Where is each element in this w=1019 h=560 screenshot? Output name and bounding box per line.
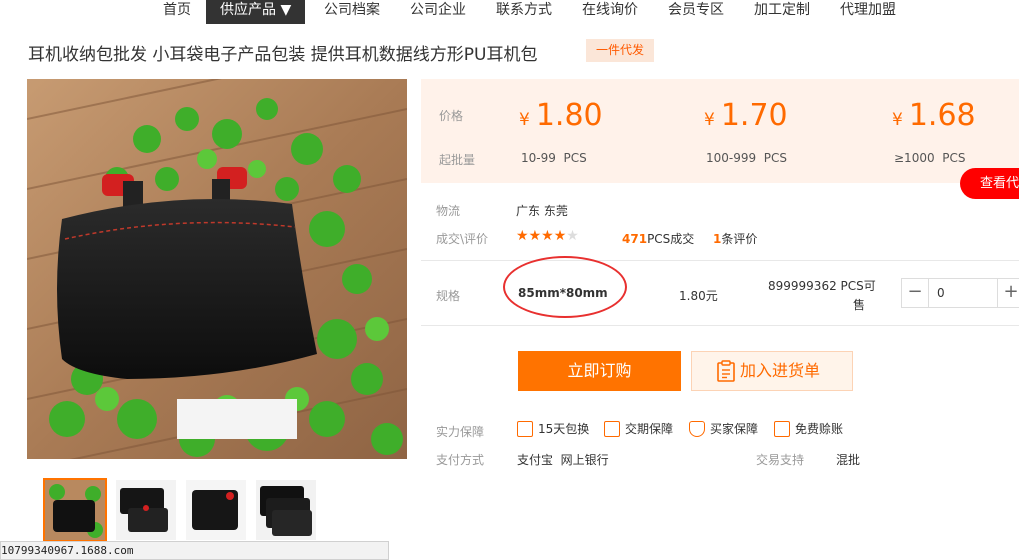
nav-item-agency[interactable]: 代理加盟 [840,0,896,24]
nav-item-inquiry[interactable]: 在线询价 [582,0,638,24]
spec-label: 规格 [436,289,461,303]
payment-methods: 支付宝 网上银行 [517,453,609,467]
spec-stock-suffix: 售 [853,298,866,312]
credit-icon [774,420,790,437]
thumbnail-4[interactable] [256,480,316,540]
product-main-image[interactable] [27,79,407,459]
quantity-input[interactable]: 0 [928,279,998,307]
status-bar-url: 10799340967.1688.com [0,541,389,560]
thumbnail-1[interactable] [43,478,107,542]
nav-item-company[interactable]: 公司企业 [410,0,466,24]
trade-support-label: 交易支持 [756,453,805,467]
top-nav: 首页 供应产品 ▼ 公司档案 公司企业 联系方式 在线询价 会员专区 加工定制 … [0,0,1019,24]
divider [421,260,1019,261]
increment-button[interactable]: + [998,279,1019,307]
nav-item-custom[interactable]: 加工定制 [754,0,810,24]
delivery-icon [604,420,620,437]
spec-price: 1.80元 [679,289,718,303]
exchange-icon [517,420,533,437]
highlight-circle [503,256,627,318]
guarantee-delivery[interactable]: 交期保障 [604,420,673,438]
price-tier-3: ¥1.68 [892,98,976,133]
divider [421,325,1019,326]
sold-count[interactable]: 471PCS成交 [622,230,694,247]
guarantee-buyer[interactable]: 买家保障 [689,420,758,438]
trade-support-value: 混批 [836,453,861,467]
logistics-value: 广东 东莞 [516,204,568,218]
guarantee-15day-exchange[interactable]: 15天包换 [517,420,589,438]
nav-item-contact[interactable]: 联系方式 [496,0,552,24]
price-box: 价格 起批量 ¥1.80 ¥1.70 ¥1.68 10-99 PCS 100-9… [421,79,1019,183]
review-count[interactable]: 1条评价 [713,230,757,247]
rating-stars: ★★★★★ [516,228,579,244]
spec-stock: 899999362 PCS可 [768,279,876,293]
add-to-cart-label: 加入进货单 [740,361,821,380]
buy-now-button[interactable]: 立即订购 [518,351,681,391]
min-quantity-label: 起批量 [439,153,476,167]
nav-item-products[interactable]: 供应产品 ▼ [206,0,306,24]
thumbnail-2[interactable] [116,480,176,540]
nav-item-members[interactable]: 会员专区 [668,0,724,24]
guarantee-free-credit[interactable]: 免费赊账 [774,420,843,438]
view-agent-button[interactable]: 查看代 [960,168,1019,199]
shield-icon [689,420,705,437]
thumbnail-3[interactable] [186,480,246,540]
star-icon: ★ [566,228,579,244]
star-icon: ★ [553,228,567,244]
product-title: 耳机收纳包批发 小耳袋电子产品包装 提供耳机数据线方形PU耳机包 [28,45,538,65]
logistics-label: 物流 [436,204,461,218]
qty-tier-3: ≥1000 PCS [894,151,966,165]
star-icon: ★ [541,228,554,244]
qty-tier-1: 10-99 PCS [521,151,587,165]
quantity-stepper: − 0 + [901,278,1019,308]
clipboard-icon [717,360,735,382]
guarantee-label: 实力保障 [436,425,485,439]
price-tier-2: ¥1.70 [704,98,788,133]
decrement-button[interactable]: − [902,279,928,307]
trade-label: 成交\评价 [436,232,489,246]
dropship-tag: 一件代发 [586,39,654,62]
add-to-cart-button[interactable]: 加入进货单 [691,351,853,391]
price-label: 价格 [439,109,464,123]
star-icon: ★ [528,228,542,244]
nav-item-home[interactable]: 首页 [163,0,191,24]
nav-item-company-profile[interactable]: 公司档案 [324,0,380,24]
payment-label: 支付方式 [436,453,485,467]
star-icon: ★ [516,228,529,244]
price-tier-1: ¥1.80 [519,98,603,133]
qty-tier-2: 100-999 PCS [706,151,788,165]
